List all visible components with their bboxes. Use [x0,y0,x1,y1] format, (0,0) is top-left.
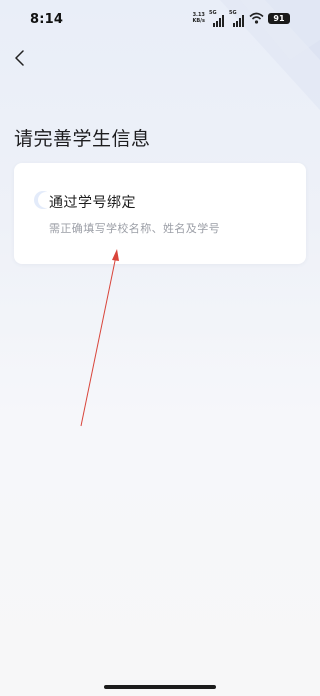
signal-2-label: 5G [229,10,237,16]
annotation-arrow [80,249,119,427]
bind-by-student-id-card[interactable]: 通过学号绑定 需正确填写学校名称、姓名及学号 [14,163,306,264]
status-indicators: 3.13 KB/s 5G 5G 91 [193,10,290,27]
signal-1-label: 5G [209,10,217,16]
back-button[interactable] [8,46,32,70]
network-speed-unit: KB/s [192,18,206,24]
chevron-left-icon [15,50,24,66]
network-speed: 3.13 KB/s [193,12,206,24]
status-bar: 8:14 3.13 KB/s 5G 5G 91 [0,0,320,36]
battery-icon: 91 [268,12,290,24]
wifi-icon [249,12,264,24]
status-time: 8:14 [30,12,64,27]
signal-bars-icon: 5G [209,10,225,27]
home-indicator[interactable] [104,685,216,689]
signal-bars-icon: 5G [229,10,245,27]
card-subtitle: 需正确填写学校名称、姓名及学号 [49,222,220,235]
page-title: 请完善学生信息 [14,128,151,150]
card-title: 通过学号绑定 [49,195,136,211]
